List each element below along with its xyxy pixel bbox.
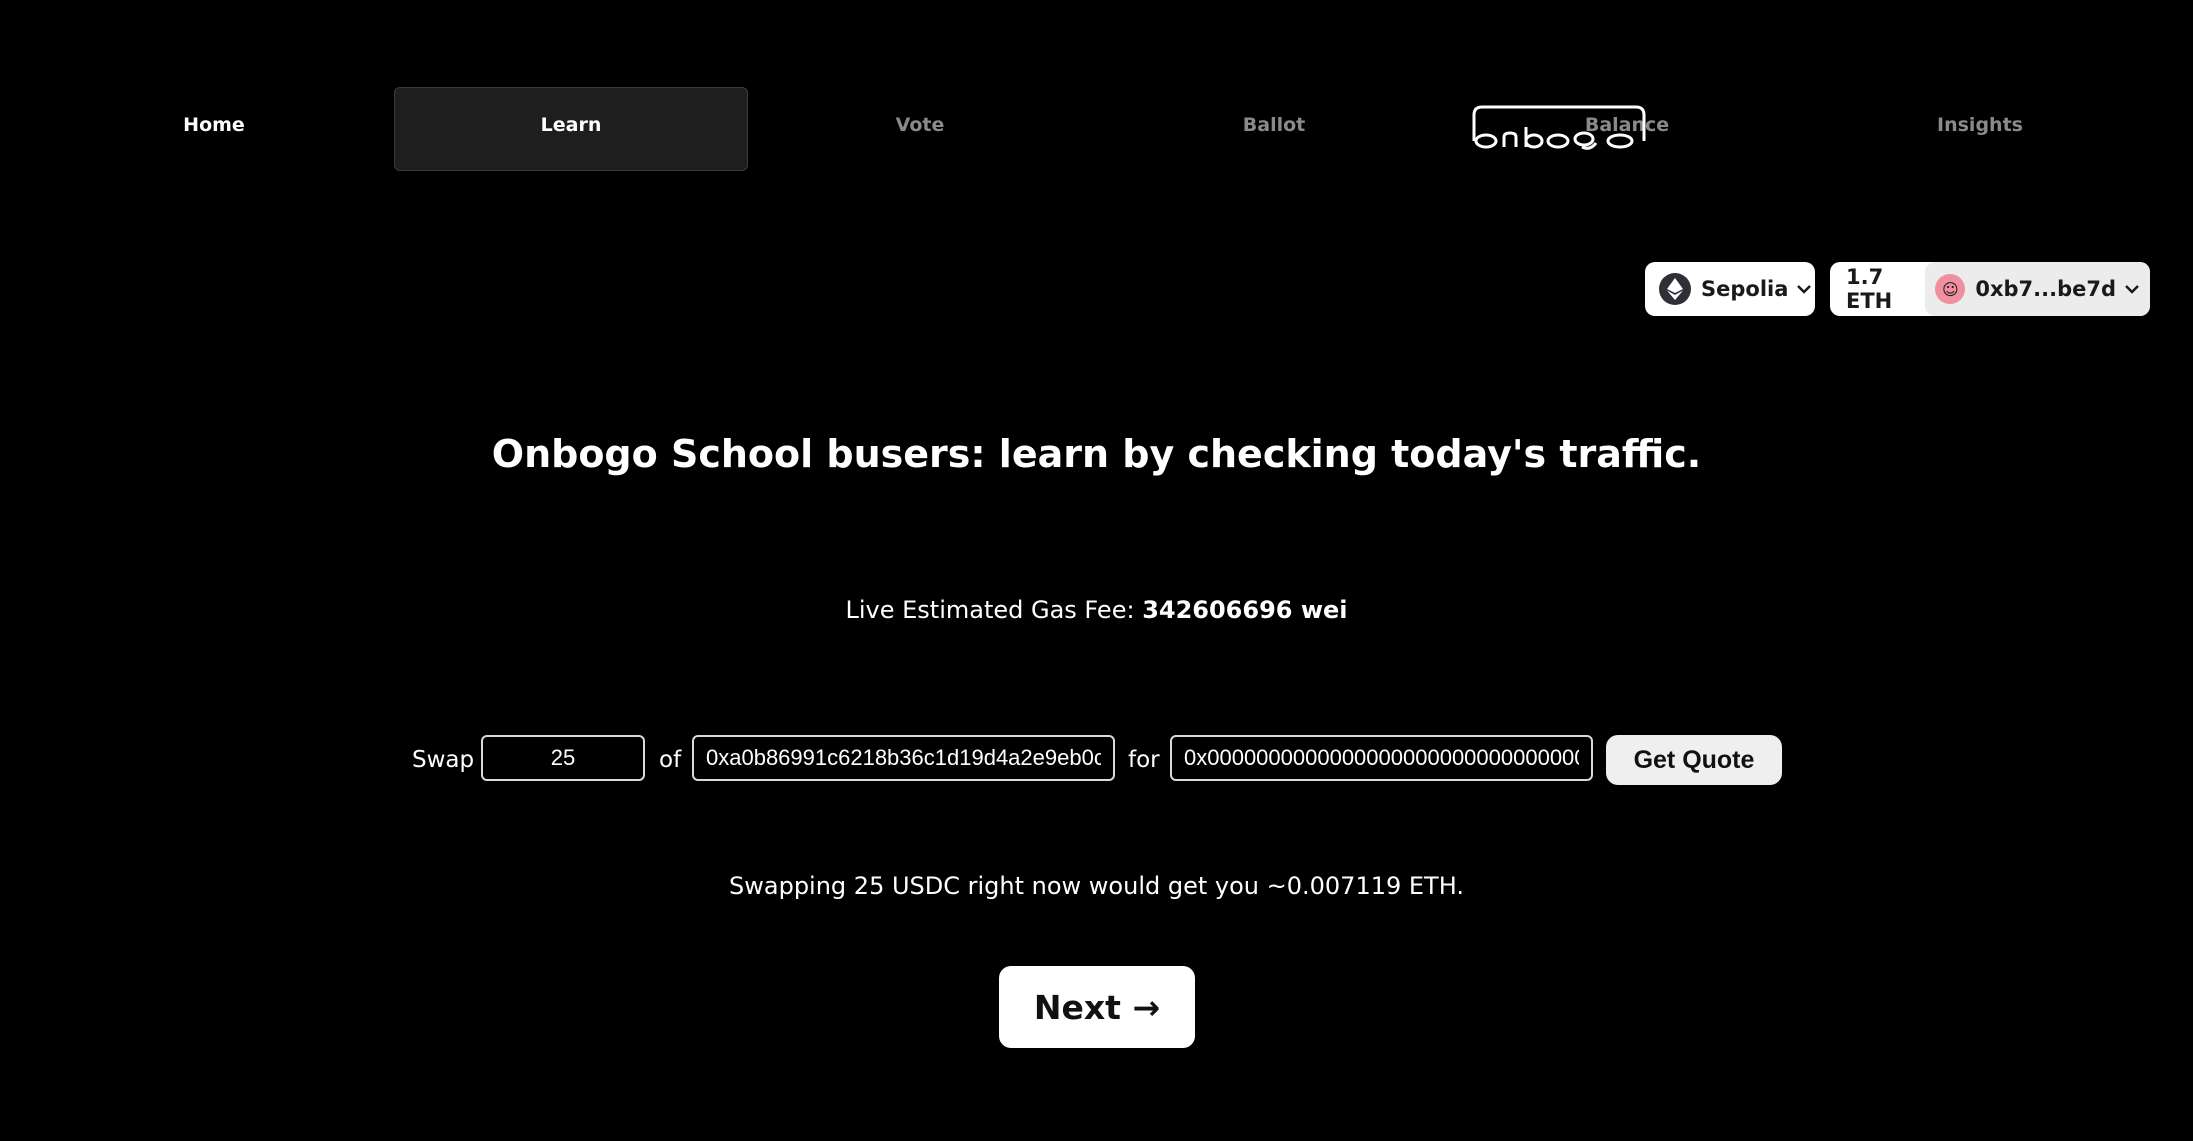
swap-label: Swap [412,747,475,773]
ethereum-icon [1659,273,1691,305]
get-quote-button[interactable]: Get Quote [1606,735,1782,785]
network-selector[interactable]: Sepolia [1645,262,1815,316]
gas-fee-label: Live Estimated Gas Fee: [845,596,1135,624]
nav-ballot[interactable]: Ballot [1097,87,1451,171]
for-label: for [1128,747,1160,773]
next-button[interactable]: Next → [999,966,1195,1048]
eth-balance: 1.7 ETH [1846,265,1893,313]
gas-fee-readout: Live Estimated Gas Fee: 342606696 wei [0,596,2193,624]
from-token-input[interactable] [692,735,1115,781]
nav-insights[interactable]: Insights [1803,87,2157,171]
nav-vote[interactable]: Vote [743,87,1097,171]
chevron-down-icon [1797,285,1812,294]
nav-home[interactable]: Home [37,87,391,171]
amount-input[interactable] [481,735,645,781]
onbogo-logo[interactable] [1470,103,1650,155]
to-token-input[interactable] [1170,735,1593,781]
quote-result: Swapping 25 USDC right now would get you… [729,872,1464,900]
network-name: Sepolia [1701,277,1789,301]
nav-learn[interactable]: Learn [394,87,748,171]
account-button[interactable]: 1.7 ETH ☺ 0xb7...be7d [1830,262,2150,316]
of-label: of [659,747,682,773]
swap-form: Swap of for Get Quote [0,735,2193,787]
address-pill[interactable]: ☺ 0xb7...be7d [1925,262,2150,316]
page-title: Onbogo School busers: learn by checking … [491,432,1702,476]
gas-fee-value: 342606696 wei [1142,596,1348,624]
page: Home Learn Vote Ballot Balance Insights … [0,0,2193,1141]
chevron-down-icon [2125,285,2139,294]
avatar-icon: ☺ [1935,274,1966,304]
wallet-address: 0xb7...be7d [1975,277,2116,301]
top-nav: Home Learn Vote Ballot Balance Insights [0,87,2193,171]
